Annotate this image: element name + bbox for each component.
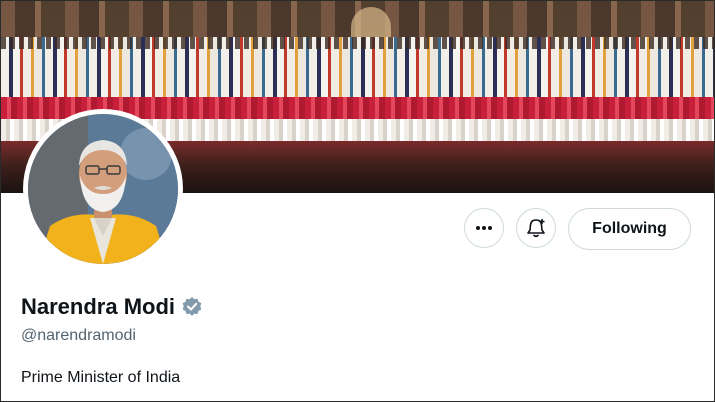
display-name: Narendra Modi [21, 294, 176, 319]
banner-heads [1, 37, 714, 49]
profile-bio: Prime Minister of India [21, 369, 181, 386]
name-row: Narendra Modi [21, 294, 203, 320]
notifications-button[interactable] [516, 208, 556, 248]
grey-verified-icon [182, 297, 202, 316]
more-button[interactable] [464, 208, 504, 248]
add-notification-bell-icon [527, 219, 545, 238]
more-icon [476, 226, 492, 230]
user-handle: @narendramodi [21, 327, 136, 344]
profile-card: Following Narendra Modi @narendramodi Pr… [0, 0, 715, 402]
following-button[interactable]: Following [568, 208, 691, 250]
avatar[interactable] [28, 114, 178, 264]
